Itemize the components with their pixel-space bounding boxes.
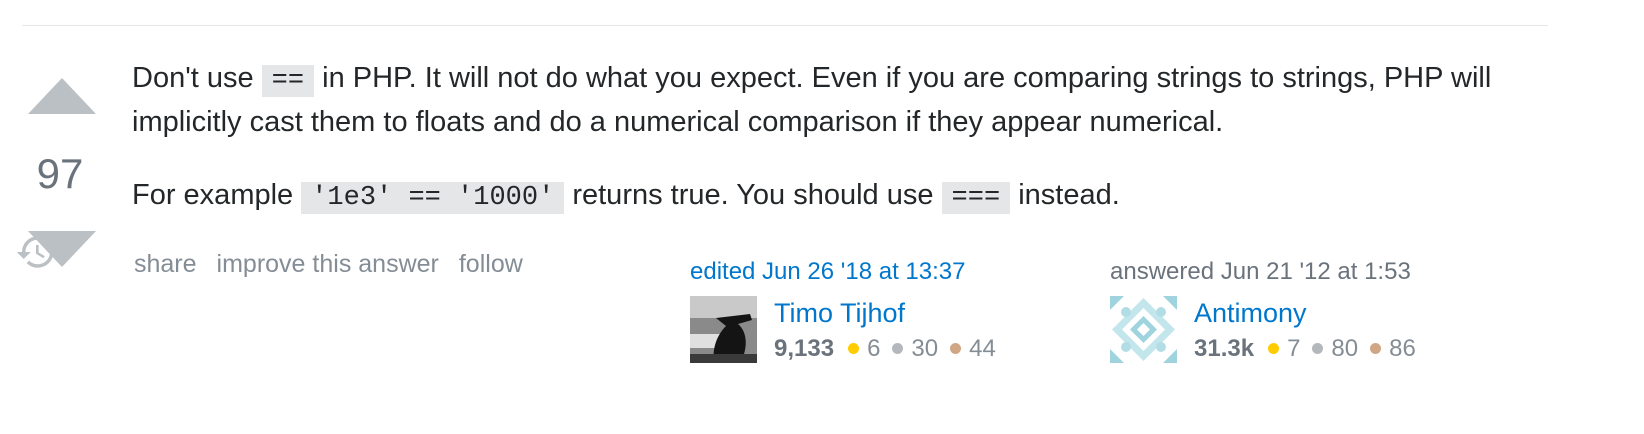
editor-name-link[interactable]: Timo Tijhof: [774, 296, 905, 330]
bronze-badge-icon: [1370, 343, 1382, 354]
editor-signature: edited Jun 26 '18 at 13:37 Timo Tijhof 9…: [690, 257, 996, 364]
answer-body: Don't use == in PHP. It will not do what…: [132, 58, 1512, 251]
answered-timestamp: answered Jun 21 '12 at 1:53: [1110, 258, 1411, 285]
reputation-score: 9,133: [774, 335, 835, 362]
inline-code: '1e3' == '1000': [301, 182, 565, 214]
inline-code: ==: [261, 65, 315, 97]
editor-stats: 9,133 6 30 44: [774, 334, 1008, 364]
bronze-badge-icon: [950, 343, 962, 354]
reputation-score: 31.3k: [1194, 335, 1255, 362]
vote-count: 97: [36, 150, 84, 197]
gold-badge-icon: [1268, 343, 1280, 354]
editor-avatar[interactable]: [690, 296, 757, 363]
silver-badge-icon: [1312, 343, 1324, 354]
bronze-badge-count: 86: [1389, 335, 1416, 362]
silver-badge-count: 30: [911, 335, 939, 362]
user-info: Timo Tijhof 9,133 6 30 44: [690, 296, 996, 364]
improve-answer-link[interactable]: improve this answer: [217, 250, 439, 278]
top-divider: [22, 25, 1548, 26]
vote-up-arrow-icon[interactable]: [28, 78, 96, 114]
paragraph-text: Don't use: [132, 62, 254, 94]
edited-timestamp-link[interactable]: edited Jun 26 '18 at 13:37: [690, 257, 965, 287]
owner-stats: 31.3k 7 80 86: [1194, 334, 1428, 364]
gold-badge-count: 7: [1287, 335, 1301, 362]
inline-code: ===: [941, 182, 1011, 214]
user-info: Antimony 31.3k 7 80 86: [1110, 296, 1416, 364]
paragraph-text: For example: [132, 179, 294, 211]
silver-badge-count: 80: [1331, 335, 1359, 362]
paragraph-text: instead.: [1018, 179, 1120, 211]
post-menu: share improve this answer follow: [134, 250, 543, 279]
follow-link[interactable]: follow: [459, 250, 523, 278]
owner-avatar[interactable]: [1110, 296, 1177, 363]
gold-badge-icon: [848, 343, 860, 354]
answer-paragraph-1: Don't use == in PHP. It will not do what…: [132, 58, 1512, 143]
paragraph-text: returns true. You should use: [572, 179, 934, 211]
answer-paragraph-2: For example '1e3' == '1000' returns true…: [132, 175, 1512, 219]
owner-signature: answered Jun 21 '12 at 1:53 Antimony 31.…: [1110, 257, 1416, 364]
gold-badge-count: 6: [867, 335, 881, 362]
share-link[interactable]: share: [134, 250, 197, 278]
silver-badge-icon: [892, 343, 904, 354]
paragraph-text: in PHP. It will not do what you expect. …: [132, 62, 1492, 138]
owner-name-link[interactable]: Antimony: [1194, 296, 1307, 330]
history-icon[interactable]: [15, 231, 57, 273]
bronze-badge-count: 44: [969, 335, 996, 362]
